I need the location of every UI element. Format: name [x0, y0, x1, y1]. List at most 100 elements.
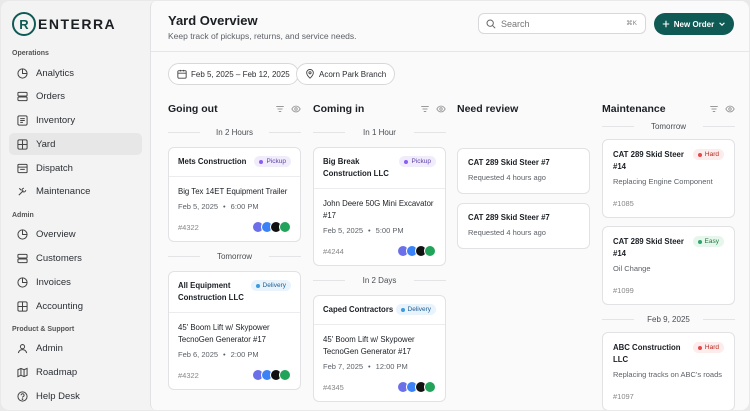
- sidebar-item-label: Yard: [36, 138, 56, 150]
- order-card[interactable]: Caped Contractors Delivery 45' Boom Lift…: [313, 295, 446, 402]
- invoices-icon: [17, 277, 28, 288]
- column-maintenance: Maintenance Tomorrow CAT 289 Skid Steer …: [602, 99, 735, 410]
- customer-name: Big Break Construction LLC: [323, 157, 389, 178]
- avatar: [424, 245, 436, 257]
- sidebar-item-customers[interactable]: Customers: [9, 248, 142, 270]
- avatar: [424, 381, 436, 393]
- order-card[interactable]: Mets Construction Pickup Big Tex 14ET Eq…: [168, 147, 301, 242]
- sidebar-item-label: Roadmap: [36, 367, 78, 379]
- branch-filter[interactable]: Acorn Park Branch: [296, 63, 396, 85]
- search-shortcut: ⌘K: [626, 20, 637, 27]
- maintenance-card[interactable]: ABC Construction LLC Hard Replacing trac…: [602, 332, 735, 410]
- filter-icon[interactable]: [275, 104, 285, 114]
- equipment-name: CAT 289 Skid Steer #14: [613, 237, 684, 258]
- filter-icon[interactable]: [420, 104, 430, 114]
- orders-icon: [17, 91, 28, 102]
- brand-logo[interactable]: R ENTERRA: [12, 11, 142, 37]
- customer-name: Caped Contractors: [323, 305, 394, 314]
- eye-icon[interactable]: [725, 104, 735, 114]
- date-range-filter[interactable]: Feb 5, 2025 – Feb 12, 2025: [168, 63, 299, 85]
- sidebar-item-label: Help Desk: [36, 391, 80, 403]
- order-card[interactable]: Big Break Construction LLC Pickup John D…: [313, 147, 446, 266]
- schedule: Feb 7, 2025 • 12:00 PM: [323, 362, 408, 371]
- review-title: CAT 289 Skid Steer #7: [468, 213, 550, 222]
- ticket-number: #1099: [613, 286, 634, 295]
- sidebar-item-overview[interactable]: Overview: [9, 224, 142, 246]
- column-going-out: Going out In 2 Hours Mets Construction P…: [168, 99, 301, 398]
- group-label: In 1 Hour: [313, 126, 446, 139]
- eye-icon[interactable]: [291, 104, 301, 114]
- plus-icon: [662, 20, 669, 28]
- order-number: #4244: [323, 246, 344, 256]
- filter-icon[interactable]: [709, 104, 719, 114]
- column-coming-in: Coming in In 1 Hour Big Break Constructi…: [313, 99, 446, 410]
- column-title: Need review: [457, 103, 519, 115]
- column-header: Going out: [168, 99, 301, 119]
- logo-text: ENTERRA: [38, 16, 117, 32]
- schedule: Feb 5, 2025 • 5:00 PM: [323, 226, 404, 235]
- sidebar-item-label: Orders: [36, 91, 66, 103]
- nav-section-operations: Operations: [12, 50, 49, 57]
- sidebar-item-help-desk[interactable]: Help Desk: [9, 386, 142, 408]
- ticket-number: #1085: [613, 199, 634, 208]
- search-placeholder: Search: [501, 18, 530, 29]
- sidebar-item-accounting[interactable]: Accounting: [9, 295, 142, 317]
- order-number: #4322: [178, 370, 199, 380]
- difficulty-badge: Easy: [692, 236, 724, 247]
- schedule: Feb 5, 2025 • 6:00 PM: [178, 202, 259, 211]
- inventory-icon: [17, 115, 28, 126]
- maintenance-card[interactable]: CAT 289 Skid Steer #14 Hard Replacing En…: [602, 139, 735, 218]
- sidebar-item-orders[interactable]: Orders: [9, 86, 142, 108]
- equipment-name: CAT 289 Skid Steer #14: [613, 150, 684, 171]
- maintenance-card[interactable]: CAT 289 Skid Steer #14 Easy Oil Change #…: [602, 226, 735, 305]
- roadmap-icon: [17, 367, 28, 378]
- sidebar-item-inventory[interactable]: Inventory: [9, 110, 142, 132]
- sidebar-item-label: Customers: [36, 253, 82, 265]
- sidebar-item-label: Analytics: [36, 67, 75, 79]
- column-header: Coming in: [313, 99, 446, 119]
- sidebar-item-admin[interactable]: Admin: [9, 338, 142, 360]
- eye-icon[interactable]: [436, 104, 446, 114]
- review-card[interactable]: CAT 289 Skid Steer #7 Requested 4 hours …: [457, 148, 590, 194]
- accounting-icon: [17, 301, 28, 312]
- sidebar-item-invoices[interactable]: Invoices: [9, 271, 142, 293]
- page-subtitle: Keep track of pickups, returns, and serv…: [168, 31, 357, 41]
- equipment-name: 45' Boom Lift w/ Skypower TecnoGen Gener…: [323, 335, 415, 356]
- chevron-down-icon: [719, 22, 726, 26]
- sidebar-item-yard[interactable]: Yard: [9, 133, 142, 156]
- sidebar-item-label: Admin: [36, 343, 63, 355]
- column-title: Going out: [168, 103, 218, 115]
- difficulty-badge: Hard: [692, 342, 724, 353]
- sidebar-item-label: Maintenance: [36, 186, 91, 198]
- avatar: [279, 369, 291, 381]
- customer-name: Mets Construction: [178, 157, 247, 166]
- maintenance-icon: [17, 186, 28, 197]
- difficulty-badge: Hard: [692, 149, 724, 160]
- sidebar-item-maintenance[interactable]: Maintenance: [9, 181, 142, 203]
- column-title: Maintenance: [602, 103, 666, 115]
- yard-icon: [17, 139, 28, 150]
- review-subtitle: Requested 4 hours ago: [468, 173, 546, 182]
- avatar-group: [397, 381, 436, 393]
- group-label: Feb 9, 2025: [602, 313, 735, 326]
- order-card[interactable]: All Equipment Construction LLC Delivery …: [168, 271, 301, 390]
- avatar-group: [252, 369, 291, 381]
- app-window: R ENTERRA Operations Analytics Orders In…: [1, 1, 749, 410]
- sidebar-item-dispatch[interactable]: Dispatch: [9, 157, 142, 179]
- search-input[interactable]: Search ⌘K: [478, 13, 646, 34]
- analytics-icon: [17, 67, 28, 79]
- task-description: Oil Change: [613, 264, 651, 273]
- avatar-group: [252, 221, 291, 233]
- sidebar-item-label: Invoices: [36, 276, 71, 288]
- order-number: #4322: [178, 222, 199, 232]
- new-order-label: New Order: [673, 19, 715, 29]
- sidebar-item-label: Dispatch: [36, 162, 73, 174]
- new-order-button[interactable]: New Order: [654, 13, 734, 35]
- sidebar-item-roadmap[interactable]: Roadmap: [9, 362, 142, 384]
- sidebar: R ENTERRA Operations Analytics Orders In…: [1, 1, 150, 410]
- sidebar-item-analytics[interactable]: Analytics: [9, 62, 142, 84]
- review-card[interactable]: CAT 289 Skid Steer #7 Requested 4 hours …: [457, 203, 590, 249]
- group-label: In 2 Hours: [168, 126, 301, 139]
- task-description: Replacing tracks on ABC's roads: [613, 370, 722, 379]
- customer-name: All Equipment Construction LLC: [178, 281, 244, 302]
